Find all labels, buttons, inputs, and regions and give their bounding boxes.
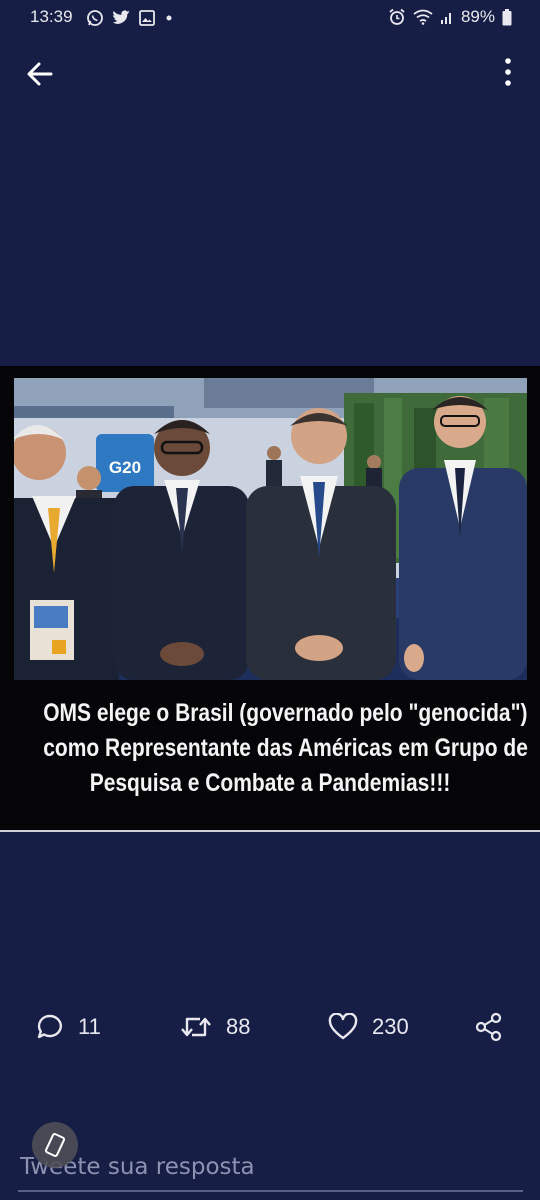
caption-line-2: como Representante das Américas em Grupo…	[43, 734, 528, 762]
signal-icon	[440, 13, 451, 24]
heart-icon	[328, 1013, 358, 1040]
status-bar: 13:39 89%	[0, 0, 540, 36]
whatsapp-icon	[87, 10, 103, 26]
group-photo: G20	[14, 378, 527, 680]
reply-icon	[37, 1014, 62, 1039]
share-button[interactable]	[474, 1005, 504, 1049]
back-button[interactable]	[22, 56, 58, 92]
rotate-phone-icon	[44, 1133, 66, 1157]
battery-icon	[502, 8, 512, 25]
arrow-left-icon	[27, 62, 53, 86]
retweet-count: 88	[226, 1014, 251, 1039]
alarm-icon	[389, 8, 405, 25]
media-photo: G20	[14, 378, 527, 680]
gallery-icon	[139, 10, 155, 26]
caption-line-3: Pesquisa e Combate a Pandemias!!!	[89, 769, 451, 797]
reply-bar	[0, 1140, 540, 1200]
dot-icon	[166, 15, 172, 21]
retweet-button[interactable]: 88	[180, 1005, 250, 1049]
screen-rotate-button[interactable]	[32, 1122, 78, 1168]
tweet-media[interactable]: G20 OMS elege o Brasil (governado pelo "…	[0, 366, 540, 832]
system-status: 89%	[388, 7, 512, 27]
battery-percent: 89%	[460, 7, 495, 26]
g20-banner-text: G20	[109, 458, 141, 477]
media-divider	[0, 830, 540, 832]
status-time: 13:39	[30, 7, 73, 26]
notification-icons	[86, 9, 175, 27]
more-options-button[interactable]	[496, 54, 520, 90]
more-vertical-icon	[505, 58, 511, 86]
retweet-icon	[181, 1017, 211, 1037]
reply-input[interactable]	[18, 1146, 522, 1188]
tweet-media-screen: 13:39 89% G20 OMS elege o Brasil (govern…	[0, 0, 540, 1200]
wifi-icon	[413, 9, 433, 25]
reply-underline	[18, 1190, 523, 1192]
caption-line-1: OMS elege o Brasil (governado pelo "geno…	[43, 699, 528, 727]
like-button[interactable]: 230	[328, 1005, 409, 1049]
media-caption: OMS elege o Brasil (governado pelo "geno…	[43, 696, 528, 801]
like-count: 230	[372, 1014, 409, 1039]
tweet-actions: 11 88 230	[0, 1005, 540, 1049]
reply-count: 11	[78, 1014, 101, 1039]
share-icon	[475, 1012, 502, 1042]
twitter-icon	[112, 10, 130, 24]
reply-button[interactable]: 11	[36, 1005, 101, 1049]
